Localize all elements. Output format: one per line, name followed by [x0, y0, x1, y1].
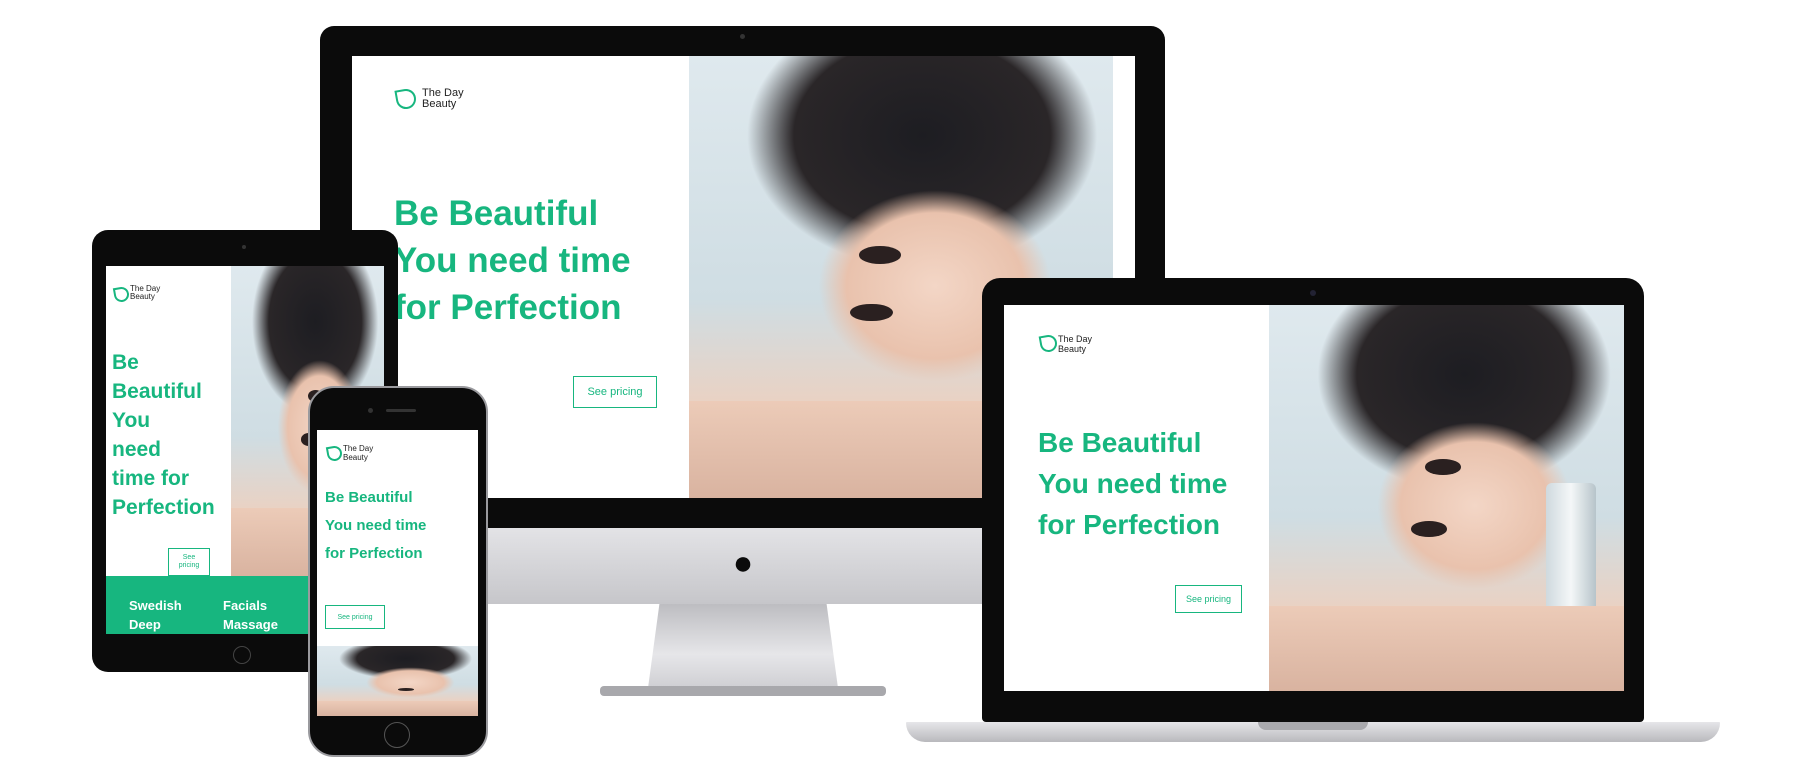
tablet-hero-headline: Be Beautiful You need time for Perfectio…	[112, 348, 215, 522]
hero-line2: You need time	[394, 241, 631, 280]
apple-logo-icon: ●	[732, 544, 754, 582]
imac-stand-base	[600, 686, 886, 696]
laptop-hero-headline: Be Beautiful You need time for Perfectio…	[1038, 422, 1227, 545]
brand-line2: Beauty	[422, 98, 457, 110]
service-deep[interactable]: Deep	[129, 615, 182, 634]
laptop-brand-logo-icon	[1038, 333, 1059, 354]
tablet-word-4: need	[112, 438, 162, 461]
tablet-brand-line2: Beauty	[130, 292, 155, 301]
laptop-brand-line2: Beauty	[1058, 344, 1087, 354]
services-col-1: Swedish Deep	[129, 596, 182, 634]
tablet-see-pricing-button[interactable]: See pricing	[168, 548, 210, 576]
imac-stand	[648, 604, 838, 688]
hero-headline: Be Beautiful You need time for Perfectio…	[394, 190, 631, 331]
tablet-word-2: Beautiful	[112, 380, 202, 403]
hero-line1: Be Beautiful	[394, 194, 599, 233]
tablet-word-5: time for	[112, 467, 190, 490]
laptop-brand-logo-text: The Day Beauty	[1058, 334, 1092, 354]
phone-brand-logo-text: The Day Beauty	[343, 444, 373, 462]
service-massage[interactable]: Massage	[223, 615, 278, 634]
tablet-brand-logo-text: The Day Beauty	[130, 285, 160, 301]
phone-speaker	[386, 409, 416, 412]
phone-hero-photo	[317, 646, 478, 716]
tablet-cta-line2: pricing	[178, 562, 200, 569]
see-pricing-button[interactable]: See pricing	[573, 376, 657, 408]
phone-screen: The Day Beauty Be Beautiful You need tim…	[317, 430, 478, 716]
phone-brand-line2: Beauty	[343, 453, 368, 462]
phone-hero-line3: for Perfection	[325, 545, 423, 562]
laptop-see-pricing-button[interactable]: See pricing	[1175, 585, 1242, 613]
phone-hero-headline: Be Beautiful You need time for Perfectio…	[325, 484, 426, 568]
laptop-hero-line2: You need time	[1038, 468, 1228, 499]
brand-logo-icon	[394, 87, 418, 111]
phone-brand-line1: The Day	[343, 444, 374, 453]
tablet-word-6: Perfection	[112, 496, 215, 519]
laptop-screen: The Day Beauty Be Beautiful You need tim…	[1004, 305, 1624, 691]
phone-hero-line1: Be Beautiful	[325, 489, 413, 506]
laptop-hero-photo	[1269, 305, 1624, 691]
laptop-hero-line3: for Perfection	[1038, 509, 1221, 540]
phone-camera	[368, 408, 373, 413]
tablet-word-1: Be	[112, 351, 139, 374]
service-facials[interactable]: Facials	[223, 596, 278, 615]
phone-brand-logo-icon	[325, 444, 344, 463]
laptop-hero-line1: Be Beautiful	[1038, 427, 1202, 458]
tablet-camera	[242, 245, 246, 249]
imac-camera	[740, 34, 745, 39]
laptop-notch	[1258, 722, 1368, 730]
services-col-2: Facials Massage	[223, 596, 278, 634]
tablet-cta-line1: See	[182, 554, 196, 561]
hero-line3: for Perfection	[394, 288, 622, 327]
service-swedish[interactable]: Swedish	[129, 596, 182, 615]
tablet-home-button[interactable]	[233, 646, 251, 664]
phone-see-pricing-button[interactable]: See pricing	[325, 605, 385, 629]
phone-hero-line2: You need time	[325, 517, 427, 534]
laptop-camera	[1310, 290, 1316, 296]
tablet-brand-logo-icon	[112, 285, 131, 304]
tablet-word-3: You	[112, 409, 151, 432]
brand-logo-text: The Day Beauty	[422, 88, 464, 110]
laptop-brand-line1: The Day	[1058, 334, 1093, 344]
phone-home-button[interactable]	[384, 722, 410, 748]
